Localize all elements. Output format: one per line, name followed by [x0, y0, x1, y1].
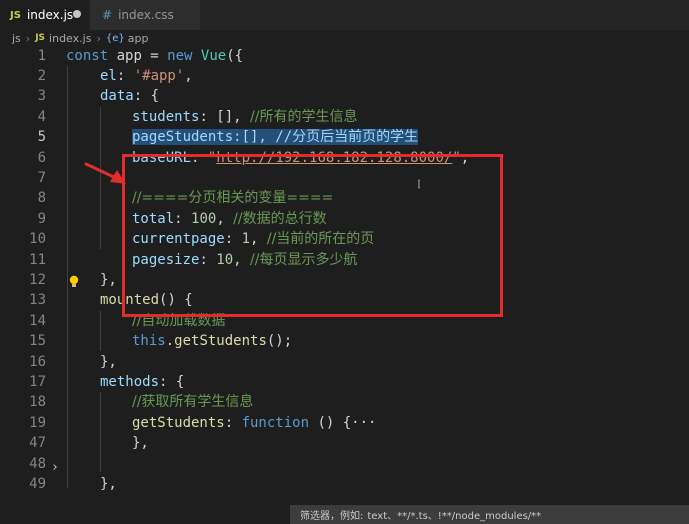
line-number: 18 [29, 394, 46, 410]
indent-guide [100, 311, 101, 351]
code-editor[interactable]: 1 2 3 4 5 6 7 8 9 10 11 12 13 14 15 16 1… [0, 46, 689, 524]
line-number: 16 [29, 354, 46, 370]
chevron-right-icon: › [25, 31, 31, 45]
line-number: 7 [37, 170, 46, 186]
code-line-5: pageStudents:[], //分页后当前页的学生 [132, 127, 419, 147]
line-number: 11 [29, 252, 46, 268]
line-number: 14 [29, 313, 46, 329]
code-line-17: methods: { [100, 374, 185, 390]
js-file-icon: JS [10, 9, 21, 21]
line-number: 8 [37, 190, 46, 206]
line-number: 1 [37, 48, 46, 64]
code-line-3: data: { [100, 88, 160, 104]
line-number: 12 [29, 272, 46, 288]
line-number: 47 [29, 435, 46, 451]
text-cursor-icon [418, 179, 420, 189]
line-number: 3 [37, 88, 46, 104]
line-number: 5 [37, 129, 46, 145]
line-number: 13 [29, 292, 46, 308]
line-number: 6 [37, 150, 46, 166]
breadcrumb-folder[interactable]: js [12, 32, 21, 45]
line-number: 49 [29, 476, 46, 492]
line-number: 19 [29, 415, 46, 431]
annotation-rectangle [122, 154, 503, 317]
line-number: 10 [29, 231, 46, 247]
folded-ellipsis: ··· [351, 415, 377, 431]
code-line-2: el: '#app', [100, 68, 193, 84]
code-line-47: }, [132, 435, 149, 451]
tab-label: index.js [26, 8, 74, 22]
tab-bar: JS index.js # index.css [0, 0, 689, 30]
code-line-19: getStudents: function () {··· [132, 415, 377, 431]
unsaved-dot-icon[interactable] [73, 10, 81, 18]
breadcrumb-symbol[interactable]: app [128, 32, 149, 45]
code-line-18: //获取所有学生信息 [132, 394, 254, 410]
tab-label: index.css [118, 8, 174, 22]
filter-input[interactable]: 筛选器，例如: text、**/*.ts、!**/node_modules/** [290, 505, 689, 524]
code-line-15: this.getStudents(); [132, 333, 293, 349]
selected-text: pageStudents:[], //分页后当前页的学生 [132, 129, 419, 145]
css-file-icon: # [102, 8, 113, 22]
breadcrumb-file[interactable]: index.js [49, 32, 91, 45]
line-number: 17 [29, 374, 46, 390]
js-file-icon: JS [35, 33, 46, 43]
lightbulb-icon[interactable] [68, 275, 80, 289]
line-number: 9 [37, 211, 46, 227]
line-number: 2 [37, 68, 46, 84]
indent-guide [100, 392, 101, 472]
tab-index-css[interactable]: # index.css [90, 0, 200, 30]
code-line-16: }, [100, 354, 117, 370]
variable-symbol-icon: {e} [105, 32, 125, 44]
code-line-1: const app = new Vue({ [66, 48, 244, 64]
line-number: 48 [29, 456, 46, 472]
fold-chevron-icon[interactable]: › [51, 460, 59, 475]
tab-index-js[interactable]: JS index.js [0, 0, 90, 30]
chevron-right-icon: › [96, 31, 101, 45]
line-number: 4 [37, 109, 46, 125]
annotation-arrow-icon [84, 162, 126, 184]
code-line-49: }, [100, 476, 117, 492]
filter-placeholder: text、**/*.ts、!**/node_modules/** [367, 511, 542, 522]
code-line-12: }, [100, 272, 117, 288]
line-number: 15 [29, 333, 46, 349]
breadcrumb: js › JS index.js › {e} app [0, 30, 689, 46]
code-line-4: students: [], //所有的学生信息 [132, 109, 358, 125]
filter-label: 筛选器，例如: [300, 511, 364, 522]
